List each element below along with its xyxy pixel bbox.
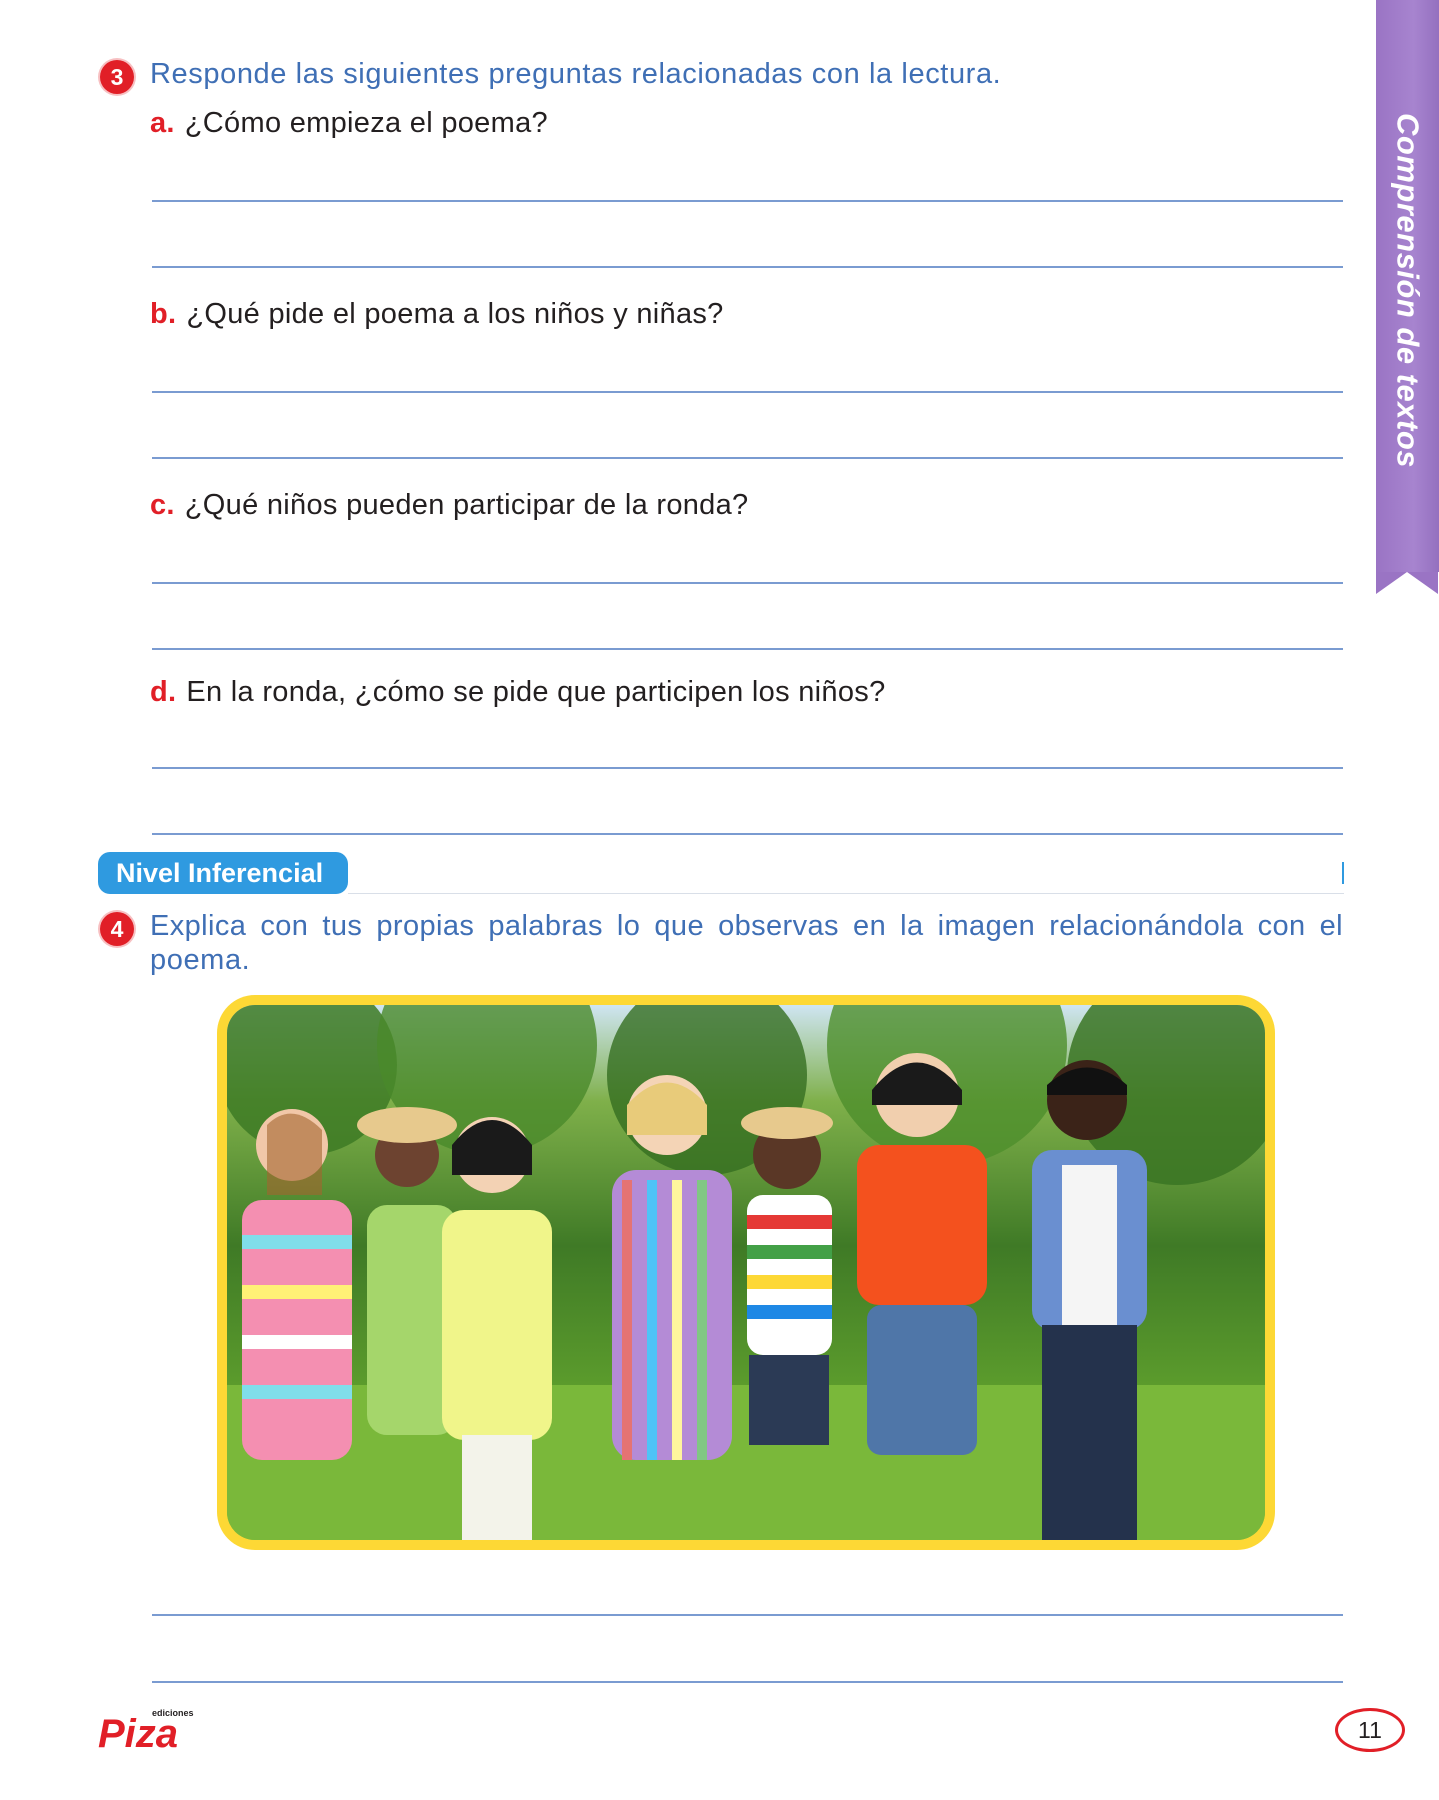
question-d-letter: d.	[150, 676, 177, 708]
question-b: b. ¿Qué pide el poema a los niños y niñas…	[150, 298, 724, 331]
question-b-text: ¿Qué pide el poema a los niños y niñas?	[186, 298, 724, 330]
activity-3-instruction: Responde las siguientes preguntas relaci…	[150, 58, 1002, 90]
section-divider-end-mark	[1342, 862, 1344, 884]
question-a-letter: a.	[150, 107, 175, 139]
question-d-text: En la ronda, ¿cómo se pide que participe…	[186, 676, 886, 708]
answer-line-c2[interactable]	[152, 648, 1343, 650]
answer-line-a1[interactable]	[152, 200, 1343, 202]
question-d: d. En la ronda, ¿cómo se pide que partici…	[150, 676, 886, 709]
answer-line-b1[interactable]	[152, 391, 1343, 393]
answer-line-d1[interactable]	[152, 767, 1343, 769]
photo-illustration	[227, 1005, 1265, 1540]
activity-4-instruction-line2: poema.	[150, 944, 251, 976]
children-holding-hands-photo	[227, 1005, 1265, 1540]
question-a: a. ¿Cómo empieza el poema?	[150, 107, 548, 140]
photo-frame	[217, 995, 1275, 1550]
answer-line-c1[interactable]	[152, 582, 1343, 584]
side-tab-label: Comprensión de textos	[1390, 112, 1426, 468]
answer-line-a2[interactable]	[152, 266, 1343, 268]
answer-line-4-2[interactable]	[152, 1681, 1343, 1683]
logo-main-text: Piza	[98, 1712, 178, 1753]
section-divider	[348, 893, 1344, 894]
section-header-nivel-inferencial: Nivel Inferencial	[98, 852, 348, 894]
activity-4-instruction-line1: Explica con tus propias palabras lo que …	[150, 910, 1343, 942]
question-a-text: ¿Cómo empieza el poema?	[184, 107, 548, 139]
page-number: 11	[1335, 1708, 1405, 1752]
question-c-text: ¿Qué niños pueden participar de la ronda…	[184, 489, 749, 521]
piza-ediciones-logo: ediciones Piza	[98, 1708, 194, 1753]
activity-3-number-badge: 3	[100, 60, 134, 94]
answer-line-b2[interactable]	[152, 457, 1343, 459]
question-c: c. ¿Qué niños pueden participar de la ron…	[150, 489, 748, 522]
question-c-letter: c.	[150, 489, 175, 521]
activity-4-number-badge: 4	[100, 912, 134, 946]
answer-line-4-1[interactable]	[152, 1614, 1343, 1616]
question-b-letter: b.	[150, 298, 177, 330]
answer-line-d2[interactable]	[152, 833, 1343, 835]
